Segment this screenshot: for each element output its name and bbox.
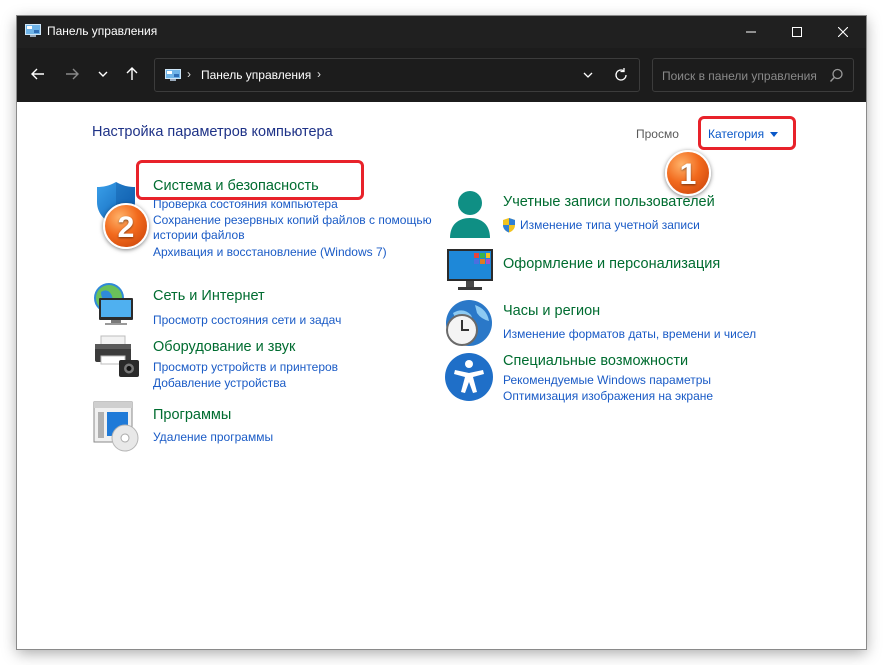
- link-file-history-backup[interactable]: Сохранение резервных копий файлов с помо…: [153, 213, 432, 227]
- link-devices-printers[interactable]: Просмотр устройств и принтеров: [153, 360, 338, 374]
- printer-icon[interactable]: [93, 334, 141, 378]
- link-recommended-windows-settings[interactable]: Рекомендуемые Windows параметры: [503, 373, 711, 387]
- category-user-accounts[interactable]: Учетные записи пользователей: [503, 194, 715, 210]
- control-panel-window: Панель управления › Панель управления › …: [17, 16, 866, 649]
- title-bar[interactable]: Панель управления: [17, 16, 866, 48]
- highlight-view-by-category: [698, 116, 796, 150]
- window-title: Панель управления: [47, 24, 158, 38]
- link-change-date-time-formats[interactable]: Изменение форматов даты, времени и чисел: [503, 327, 756, 341]
- link-backup-restore[interactable]: Архивация и восстановление (Windows 7): [153, 245, 387, 259]
- link-file-history[interactable]: истории файлов: [153, 228, 245, 242]
- content-area: Настройка параметров компьютера Просмо К…: [17, 102, 866, 649]
- category-ease-of-access[interactable]: Специальные возможности: [503, 353, 688, 369]
- highlight-system-security: [136, 160, 364, 200]
- refresh-icon[interactable]: [613, 67, 629, 83]
- navigation-bar: › Панель управления › Поиск в панели упр…: [17, 48, 866, 102]
- back-button[interactable]: [26, 62, 50, 86]
- recent-locations-button[interactable]: [91, 62, 115, 86]
- user-icon[interactable]: [445, 190, 495, 240]
- category-network-internet[interactable]: Сеть и Интернет: [153, 288, 265, 304]
- breadcrumb-separator-icon[interactable]: ›: [187, 67, 191, 81]
- view-by-label: Просмо: [636, 127, 679, 141]
- search-box[interactable]: Поиск в панели управления: [652, 58, 854, 92]
- close-icon: [838, 27, 848, 37]
- minimize-icon: [746, 31, 756, 33]
- annotation-badge-1: 1: [665, 150, 711, 196]
- back-arrow-icon: [31, 68, 44, 80]
- search-icon: [829, 68, 843, 82]
- link-optimize-display[interactable]: Оптимизация изображения на экране: [503, 389, 713, 403]
- forward-button[interactable]: [60, 62, 84, 86]
- category-programs[interactable]: Программы: [153, 407, 231, 423]
- up-button[interactable]: [120, 62, 144, 86]
- personalization-icon[interactable]: [446, 248, 496, 292]
- search-input[interactable]: Поиск в панели управления: [662, 69, 817, 83]
- forward-arrow-icon: [66, 68, 79, 80]
- link-uninstall-program[interactable]: Удаление программы: [153, 430, 273, 444]
- maximize-button[interactable]: [774, 16, 820, 48]
- breadcrumb-control-panel[interactable]: Панель управления: [201, 68, 311, 82]
- dropdown-chevron-icon[interactable]: [580, 67, 596, 83]
- link-add-device[interactable]: Добавление устройства: [153, 376, 286, 390]
- minimize-button[interactable]: [728, 16, 774, 48]
- uac-shield-icon: [503, 218, 515, 233]
- breadcrumb-separator-icon[interactable]: ›: [317, 67, 321, 81]
- maximize-icon: [792, 27, 802, 37]
- control-panel-icon: [165, 69, 181, 81]
- annotation-badge-2: 2: [103, 203, 149, 249]
- clock-globe-icon[interactable]: [445, 299, 495, 349]
- category-appearance-personalization[interactable]: Оформление и персонализация: [503, 256, 720, 272]
- category-clock-region[interactable]: Часы и регион: [503, 303, 600, 319]
- control-panel-icon: [25, 24, 41, 37]
- link-network-status[interactable]: Просмотр состояния сети и задач: [153, 313, 341, 327]
- address-bar[interactable]: › Панель управления ›: [154, 58, 640, 92]
- accessibility-icon[interactable]: [444, 352, 494, 402]
- link-change-account-type[interactable]: Изменение типа учетной записи: [520, 218, 700, 232]
- page-title: Настройка параметров компьютера: [92, 124, 333, 140]
- category-hardware-sound[interactable]: Оборудование и звук: [153, 339, 295, 355]
- up-arrow-icon: [126, 67, 138, 80]
- network-icon[interactable]: [93, 282, 139, 326]
- recent-chevron-icon: [98, 71, 108, 77]
- close-button[interactable]: [820, 16, 866, 48]
- programs-icon[interactable]: [93, 400, 141, 454]
